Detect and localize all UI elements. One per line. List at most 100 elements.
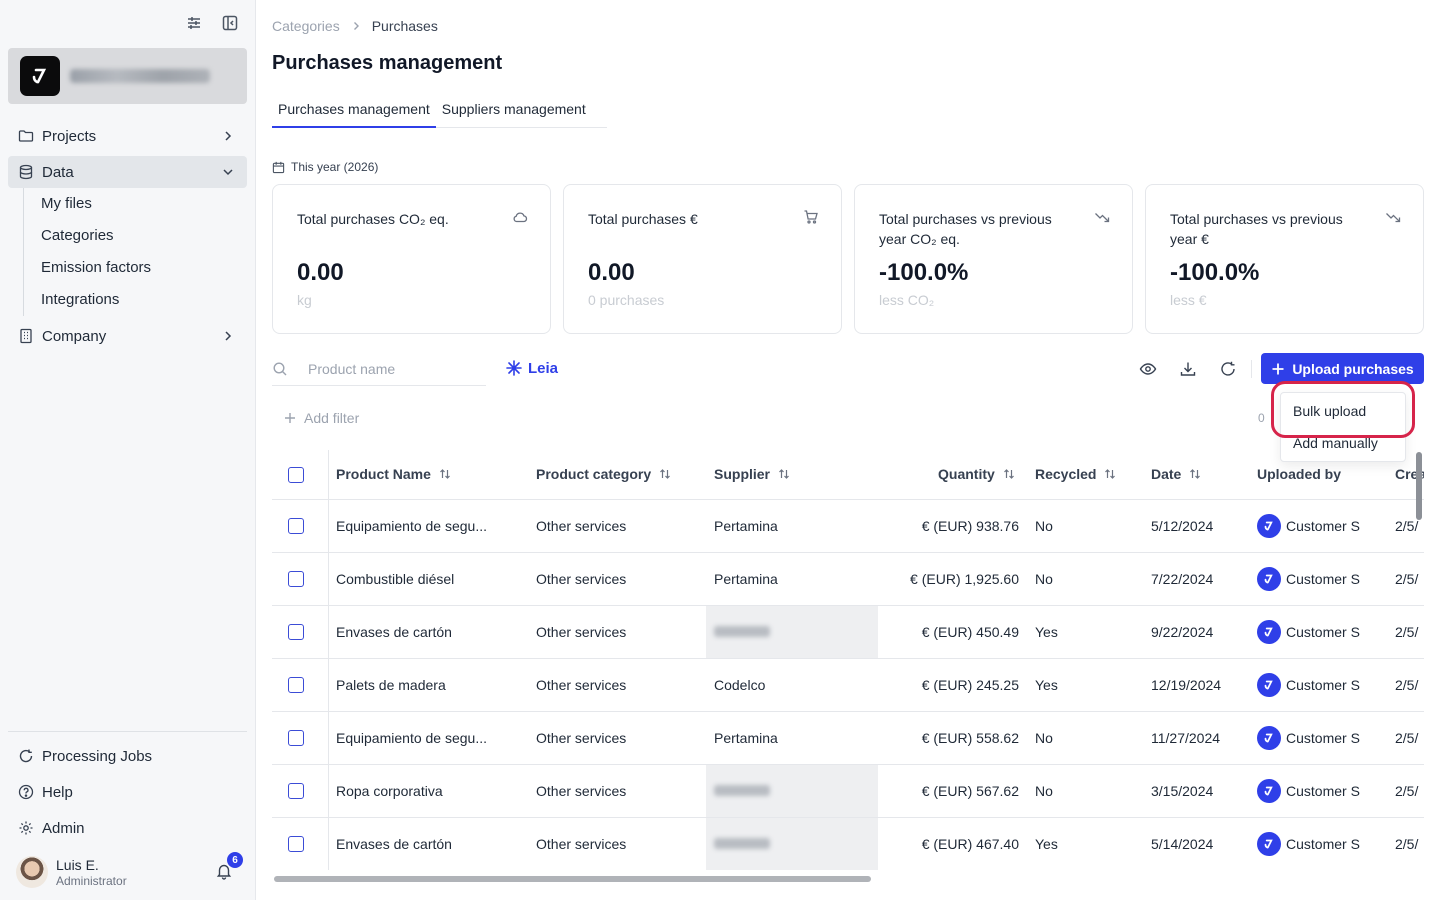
row-checkbox[interactable] <box>288 571 304 587</box>
sidebar-item-categories[interactable]: Categories <box>41 227 114 244</box>
sidebar-item-company[interactable]: Company <box>8 320 247 352</box>
cell-product-name[interactable]: Palets de madera <box>336 677 446 693</box>
cell-product-name[interactable]: Ropa corporativa <box>336 783 443 799</box>
download-icon[interactable] <box>1179 360 1197 378</box>
gear-icon <box>18 820 34 836</box>
cell-product-name[interactable]: Envases de cartón <box>336 836 452 852</box>
cell-product-name[interactable]: Equipamiento de segu... <box>336 730 487 746</box>
row-checkbox[interactable] <box>288 518 304 534</box>
sidebar-item-label: Projects <box>42 127 97 145</box>
search-input[interactable]: Product name <box>272 352 486 386</box>
table-row[interactable]: Equipamiento de segu... Other services Per… <box>272 712 1424 765</box>
cell-product-name[interactable]: Envases de cartón <box>336 624 452 640</box>
cell-created: 2/5/ <box>1395 783 1419 799</box>
calendar-icon <box>272 161 285 174</box>
kpi-card-co2-vs-previous: Total purchases vs previous year CO₂ eq.… <box>854 184 1133 334</box>
organization-switcher[interactable] <box>8 48 247 104</box>
column-header-quantity[interactable]: Quantity <box>938 466 1015 482</box>
breadcrumb: Categories Purchases <box>272 18 438 34</box>
kpi-card-spend: Total purchases € 0.00 0 purchases <box>563 184 842 334</box>
uploader-name: Customer S <box>1286 677 1360 693</box>
breadcrumb-current: Purchases <box>371 18 438 34</box>
period-selector[interactable]: This year (2026) <box>272 160 378 174</box>
eye-icon[interactable] <box>1139 360 1157 378</box>
sidebar-item-projects[interactable]: Projects <box>8 120 247 152</box>
sidebar-item-label: Admin <box>42 819 85 837</box>
collapse-sidebar-icon[interactable] <box>221 14 239 32</box>
kpi-value: 0.00 <box>588 259 635 286</box>
kpi-subtitle: 0 purchases <box>588 292 665 308</box>
tab-purchases-management[interactable]: Purchases management <box>272 98 436 128</box>
column-header-uploaded-by[interactable]: Uploaded by <box>1257 466 1341 482</box>
user-profile[interactable]: Luis E. Administrator <box>16 856 127 888</box>
upload-purchases-label: Upload purchases <box>1292 360 1414 377</box>
row-checkbox[interactable] <box>288 624 304 640</box>
uploader-name: Customer S <box>1286 730 1360 746</box>
add-filter-button[interactable]: Add filter <box>284 410 359 426</box>
cell-quantity: € (EUR) 567.62 <box>921 783 1019 799</box>
search-placeholder: Product name <box>308 360 396 377</box>
upload-purchases-button[interactable]: Upload purchases <box>1261 353 1424 384</box>
column-header-recycled[interactable]: Recycled <box>1035 466 1116 482</box>
select-all-checkbox[interactable] <box>288 467 304 483</box>
cart-icon <box>803 209 819 225</box>
row-checkbox[interactable] <box>288 677 304 693</box>
column-header-supplier[interactable]: Supplier <box>714 466 790 482</box>
refresh-icon[interactable] <box>1219 360 1237 378</box>
tab-suppliers-management[interactable]: Suppliers management <box>436 98 592 128</box>
row-checkbox[interactable] <box>288 730 304 746</box>
column-header-date[interactable]: Date <box>1151 466 1201 482</box>
column-header-label: Date <box>1151 466 1182 482</box>
sidebar-item-integrations[interactable]: Integrations <box>41 291 119 308</box>
cell-product-category: Other services <box>536 836 627 852</box>
cell-uploaded-by: Customer S <box>1257 620 1360 644</box>
cell-product-name[interactable]: Equipamiento de segu... <box>336 518 487 534</box>
horizontal-scrollbar[interactable] <box>274 876 871 882</box>
avatar <box>1257 832 1281 856</box>
kpi-title: Total purchases vs previous year CO₂ eq. <box>879 211 1052 247</box>
sparkle-icon <box>505 359 523 377</box>
plus-icon <box>1271 362 1285 376</box>
cell-quantity: € (EUR) 558.62 <box>921 730 1019 746</box>
cell-created: 2/5/ <box>1395 836 1419 852</box>
user-info: Luis E. Administrator <box>56 857 127 888</box>
notification-badge: 6 <box>227 852 243 868</box>
sidebar-item-label: Company <box>42 327 107 345</box>
sort-icon <box>439 468 451 480</box>
sidebar-item-data[interactable]: Data <box>8 156 247 188</box>
cell-product-category: Other services <box>536 677 627 693</box>
column-header-product-name[interactable]: Product Name <box>336 466 451 482</box>
table-row[interactable]: Equipamiento de segu... Other services Per… <box>272 500 1424 553</box>
avatar <box>1257 779 1281 803</box>
row-checkbox[interactable] <box>288 836 304 852</box>
leia-assistant-button[interactable]: Leia <box>505 359 558 377</box>
add-filter-label: Add filter <box>304 410 360 426</box>
table-row[interactable]: Envases de cartón Other services € (EUR) 4… <box>272 818 1424 870</box>
sidebar-item-admin[interactable]: Admin <box>8 812 247 844</box>
vertical-scrollbar[interactable] <box>1416 452 1422 520</box>
cell-recycled: Yes <box>1035 836 1058 852</box>
cell-date: 5/12/2024 <box>1151 518 1214 534</box>
row-checkbox[interactable] <box>288 783 304 799</box>
cell-uploaded-by: Customer S <box>1257 726 1360 750</box>
cell-supplier-redacted <box>706 606 878 658</box>
cell-recycled: No <box>1035 730 1053 746</box>
sidebar-item-help[interactable]: Help <box>8 776 247 808</box>
table-row[interactable]: Envases de cartón Other services € (EUR) 4… <box>272 606 1424 659</box>
redacted-text <box>714 626 770 637</box>
cell-supplier: Pertamina <box>714 730 778 746</box>
table-row[interactable]: Ropa corporativa Other services € (EUR) 56… <box>272 765 1424 818</box>
cell-date: 3/15/2024 <box>1151 783 1214 799</box>
cell-recycled: No <box>1035 571 1053 587</box>
column-header-product-category[interactable]: Product category <box>536 466 671 482</box>
sliders-icon[interactable] <box>185 14 203 32</box>
table-row[interactable]: Palets de madera Other services Codelco € (… <box>272 659 1424 712</box>
sidebar-item-emission-factors[interactable]: Emission factors <box>41 259 151 276</box>
sidebar-item-my-files[interactable]: My files <box>41 195 92 212</box>
cell-product-name[interactable]: Combustible diésel <box>336 571 454 587</box>
company-logo <box>20 56 60 96</box>
sidebar-item-processing-jobs[interactable]: Processing Jobs <box>8 740 247 772</box>
table-row[interactable]: Combustible diésel Other services Pertamin… <box>272 553 1424 606</box>
kpi-card-spend-vs-previous: Total purchases vs previous year € -100.… <box>1145 184 1424 334</box>
breadcrumb-link-categories[interactable]: Categories <box>272 18 340 34</box>
